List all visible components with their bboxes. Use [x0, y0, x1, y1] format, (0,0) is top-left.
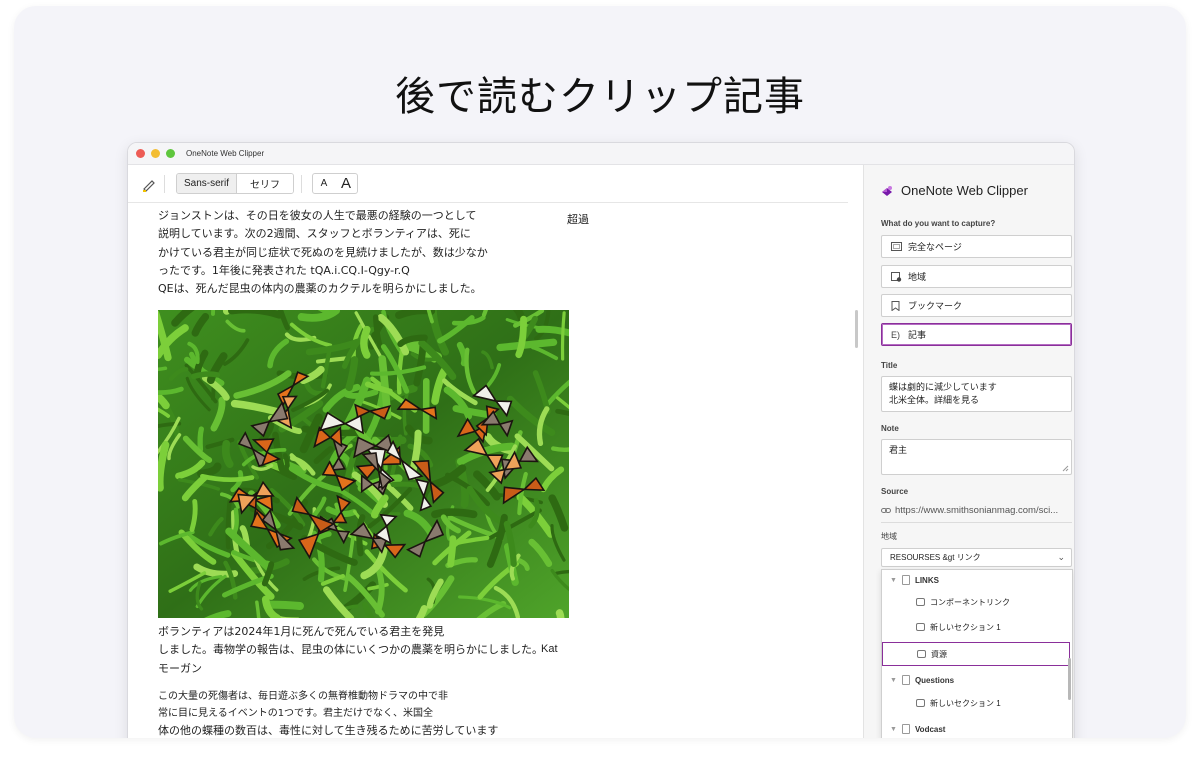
- reader-scrollbar[interactable]: [855, 310, 858, 348]
- note-field[interactable]: 君主: [881, 439, 1072, 475]
- article-line: 説明しています。次の2週間、スタッフとボランティアは、死に: [158, 227, 471, 241]
- capture-full-page-option[interactable]: 完全なページ: [881, 235, 1072, 258]
- title-value-line: 北米全体。詳細を見る: [889, 395, 980, 405]
- notebook-group-vodcast[interactable]: ▼ Vodcast: [882, 719, 1072, 738]
- section-item[interactable]: 新しいセクション 1: [882, 693, 1072, 713]
- caption-line: しました。毒物学の報告は、昆虫の体にいくつかの農薬を明らかにしました。: [158, 643, 543, 657]
- notebook-icon: [901, 724, 910, 734]
- group-label: Vodcast: [914, 724, 946, 734]
- source-value: https://www.smithsonianmag.com/sci...: [895, 505, 1059, 516]
- article-icon: E): [891, 329, 900, 340]
- minimize-window-button[interactable]: [151, 149, 160, 158]
- expand-triangle-icon: ▼: [890, 676, 897, 684]
- reader-toolbar: Sans-serif セリフ A A: [128, 165, 848, 203]
- location-dropdown: ▼ LINKS コンポーネントリンク 新しいセクション 1 資源 ▼ Quest…: [881, 569, 1073, 738]
- section-item-selected[interactable]: 資源: [882, 642, 1070, 666]
- font-toggle: Sans-serif セリフ: [176, 173, 294, 194]
- capture-region-option[interactable]: 地域: [881, 265, 1072, 288]
- caption-line: ボランティアは2024年1月に死んで死んでいる君主を発見: [158, 625, 445, 638]
- title-label: Title: [881, 361, 898, 370]
- note-value: 君主: [889, 445, 908, 455]
- serif-button[interactable]: セリフ: [237, 174, 293, 193]
- decrease-font-button[interactable]: A: [313, 174, 335, 193]
- source-label: Source: [881, 487, 909, 496]
- section-label: コンポーネントリンク: [930, 597, 1010, 607]
- panel-title: OneNote Web Clipper: [901, 183, 1028, 198]
- caption-line: モーガン: [158, 661, 202, 675]
- photo-caption: ボランティアは2024年1月に死んで死んでいる君主を発見 しました。毒物学の報告…: [158, 623, 588, 678]
- group-label: LINKS: [914, 575, 939, 585]
- chevron-down-icon: ⌄: [1057, 552, 1065, 562]
- clipper-panel: OneNote Web Clipper What do you want to …: [863, 165, 1074, 738]
- notebook-icon: [901, 675, 910, 685]
- panel-header: OneNote Web Clipper: [880, 183, 1028, 198]
- article-line: 体の他の蝶種の数百は、毒性に対して生き残るために苦労しています: [158, 724, 499, 737]
- group-label: Questions: [914, 675, 955, 685]
- capture-article-option[interactable]: E) 記事: [881, 323, 1072, 346]
- expand-triangle-icon: ▼: [890, 725, 897, 733]
- toolbar-divider: [301, 175, 302, 193]
- window-titlebar: OneNote Web Clipper: [128, 143, 1074, 165]
- article-paragraph-2: この大量の死傷者は、毎日遊ぶ多くの無脊椎動物ドラマの中で非 常に目に見えるイベン…: [158, 688, 588, 738]
- option-label: ブックマーク: [908, 301, 963, 311]
- sans-serif-button[interactable]: Sans-serif: [177, 174, 237, 193]
- option-label: 地域: [908, 272, 927, 282]
- source-url[interactable]: https://www.smithsonianmag.com/sci...: [881, 505, 1058, 516]
- article-line: ジョンストンは、その日を彼女の人生で最悪の経験の一つとして: [158, 209, 477, 222]
- article-line: QEは、死んだ昆虫の体内の農薬のカクテルを明らかにしました。: [158, 282, 482, 296]
- monarch-butterflies-photo: [158, 310, 569, 618]
- zoom-window-button[interactable]: [166, 149, 175, 158]
- location-value: RESOURSES &gt リンク: [890, 553, 981, 562]
- article-aside-word: 超過: [567, 213, 589, 226]
- expand-triangle-icon: ▼: [890, 576, 897, 584]
- article-line: この大量の死傷者は、毎日遊ぶ多くの無脊椎動物ドラマの中で非: [158, 691, 448, 702]
- section-icon: [916, 699, 925, 707]
- resize-grip-icon[interactable]: [1062, 465, 1069, 472]
- article-paragraph-1: ジョンストンは、その日を彼女の人生で最悪の経験の一つとして 説明しています。次の…: [158, 207, 588, 298]
- location-select[interactable]: RESOURSES &gt リンク ⌄: [881, 548, 1072, 567]
- onenote-logo-icon: [882, 185, 892, 196]
- section-label: 新しいセクション 1: [930, 698, 1001, 708]
- section-item[interactable]: 新しいセクション 1: [882, 617, 1072, 637]
- source-divider: [881, 522, 1072, 523]
- notebook-group-links[interactable]: ▼ LINKS: [882, 570, 1072, 590]
- region-icon: [891, 271, 902, 282]
- capture-label: What do you want to capture?: [881, 219, 996, 228]
- caption-credit: Kat: [541, 643, 558, 655]
- highlighter-pen-icon[interactable]: [141, 176, 157, 192]
- section-label: 新しいセクション 1: [930, 622, 1001, 632]
- section-label: 資源: [931, 649, 947, 659]
- notebook-icon: [901, 575, 910, 585]
- title-value-line: 蝶は劇的に減少しています: [889, 382, 997, 392]
- notebook-group-questions[interactable]: ▼ Questions: [882, 670, 1072, 690]
- font-size-toggle: A A: [312, 173, 358, 194]
- section-icon: [917, 650, 926, 658]
- article-line: ったです。1年後に発表された tQA.i.CQ.I-Qgy-r.Q: [158, 263, 410, 277]
- capture-bookmark-option[interactable]: ブックマーク: [881, 294, 1072, 317]
- full-page-icon: [891, 242, 902, 252]
- window-title: OneNote Web Clipper: [186, 149, 265, 158]
- app-window: OneNote Web Clipper Sans-serif セリフ A A ジ…: [127, 142, 1075, 738]
- toolbar-divider: [164, 175, 165, 193]
- hero-card: 後で読むクリップ記事 OneNote Web Clipper Sans-seri…: [14, 6, 1186, 738]
- article-line: 常に目に見えるイベントの1つです。君主だけでなく、米国全: [158, 708, 434, 719]
- section-icon: [916, 623, 925, 631]
- section-item[interactable]: コンポーネントリンク: [882, 592, 1072, 612]
- bookmark-icon: [891, 300, 902, 311]
- option-label: 記事: [908, 330, 927, 340]
- note-label: Note: [881, 424, 899, 433]
- close-window-button[interactable]: [136, 149, 145, 158]
- title-field[interactable]: 蝶は劇的に減少しています 北米全体。詳細を見る: [881, 376, 1072, 412]
- page-headline: 後で読むクリップ記事: [395, 74, 805, 120]
- article-line: かけている君主が同じ症状で死ぬのを見続けましたが、数は少なか: [158, 245, 488, 259]
- section-icon: [916, 598, 925, 606]
- dropdown-scrollbar[interactable]: [1068, 658, 1071, 700]
- link-icon: [881, 508, 891, 513]
- increase-font-button[interactable]: A: [335, 174, 357, 193]
- article-reader: Sans-serif セリフ A A ジョンストンは、その日を彼女の人生で最悪の…: [128, 165, 858, 738]
- option-label: 完全なページ: [908, 242, 962, 252]
- location-label: 地域: [881, 532, 897, 541]
